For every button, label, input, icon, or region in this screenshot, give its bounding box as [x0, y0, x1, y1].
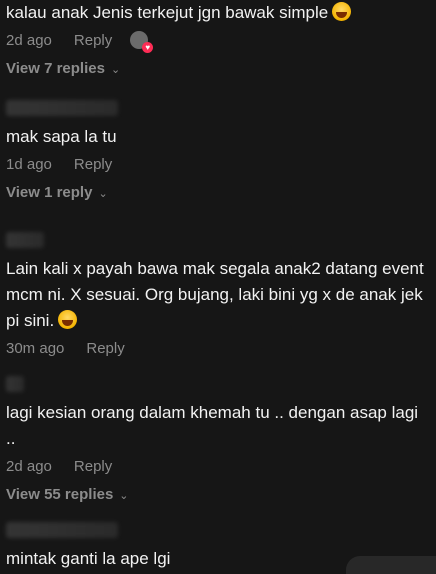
chevron-down-icon: ⌄	[119, 489, 129, 502]
view-replies-label: View 1 reply	[6, 183, 93, 201]
laughing-emoji-icon	[332, 2, 352, 21]
reply-button[interactable]: Reply	[86, 340, 124, 357]
comment-text: kalau anak Jenis terkejut jgn bawak simp…	[6, 0, 430, 26]
comment-item: Lain kali x payah bawa mak segala anak2 …	[6, 232, 430, 359]
view-replies-button[interactable]: View 1 reply ⌄	[6, 181, 430, 203]
blurred-username	[6, 522, 118, 538]
reply-button[interactable]: Reply	[74, 156, 112, 173]
reply-button[interactable]: Reply	[74, 32, 112, 49]
comment-text: lagi kesian orang dalam khemah tu .. den…	[6, 403, 423, 448]
chevron-down-icon: ⌄	[110, 63, 121, 76]
view-replies-button[interactable]: View 55 replies ⌄	[6, 483, 430, 505]
input-bar-edge	[346, 556, 436, 574]
view-replies-button[interactable]: View 7 replies ⌄	[6, 57, 430, 79]
comment-time: 2d ago	[6, 457, 52, 475]
comment-text-content: kalau anak Jenis terkejut jgn bawak simp…	[6, 3, 329, 22]
view-replies-label: View 55 replies	[6, 485, 114, 503]
comment-feed: kalau anak Jenis terkejut jgn bawak simp…	[0, 0, 436, 574]
comment-time: 30m ago	[6, 339, 65, 357]
comment-time: 2d ago	[6, 31, 52, 49]
reply-button[interactable]: Reply	[74, 458, 112, 475]
comment-meta: 2d ago Reply	[6, 455, 430, 477]
comment-time: 1d ago	[6, 155, 52, 173]
heart-icon: ♥	[142, 42, 154, 53]
comment-text: mak sapa la tu	[6, 127, 117, 146]
view-replies-label: View 7 replies	[6, 59, 105, 77]
comment-meta: 1d ago Reply	[6, 153, 430, 175]
comment-text: Lain kali x payah bawa mak segala anak2 …	[6, 256, 430, 334]
chevron-down-icon: ⌄	[98, 187, 108, 200]
comment-meta: 2d ago Reply ♥	[6, 29, 430, 53]
blurred-username	[6, 376, 24, 392]
creator-liked-avatar-icon: ♥	[130, 31, 154, 53]
laughing-emoji-icon	[58, 310, 78, 329]
comment-meta: 30m ago Reply	[6, 337, 430, 359]
comment-item: mak sapa la tu 1d ago Reply View 1 reply…	[6, 100, 430, 203]
comment-item: kalau anak Jenis terkejut jgn bawak simp…	[6, 0, 430, 79]
blurred-username	[6, 100, 118, 116]
comment-item: lagi kesian orang dalam khemah tu .. den…	[6, 376, 430, 505]
blurred-username	[6, 232, 44, 248]
